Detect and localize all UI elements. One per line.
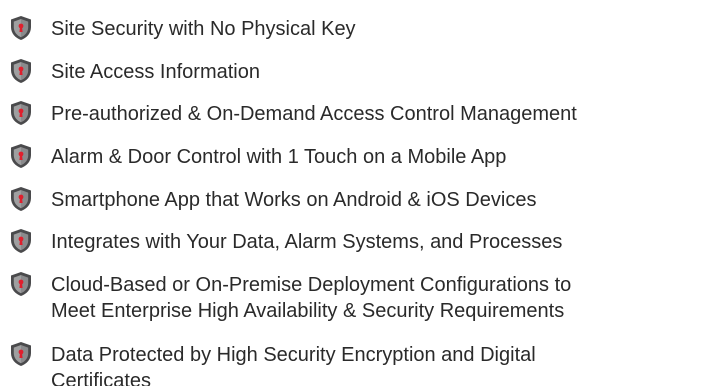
feature-line: Integrates with Your Data, Alarm Systems… xyxy=(51,231,563,253)
shield-keyhole-glyph xyxy=(11,342,31,366)
feature-text: Data Protected by High Security Encrypti… xyxy=(51,342,702,386)
feature-text: Pre-authorized & On-Demand Access Contro… xyxy=(51,101,702,127)
feature-text: Cloud-Based or On-Premise Deployment Con… xyxy=(51,272,702,324)
feature-list: Site Security with No Physical Key Site … xyxy=(0,0,702,386)
shield-keyhole-icon xyxy=(10,100,32,126)
shield-keyhole-glyph xyxy=(11,187,31,211)
feature-line: Meet Enterprise High Availability & Secu… xyxy=(51,300,565,322)
feature-text: Alarm & Door Control with 1 Touch on a M… xyxy=(51,144,702,170)
shield-keyhole-icon xyxy=(10,58,32,84)
shield-keyhole-icon xyxy=(10,143,32,169)
feature-text: Smartphone App that Works on Android & i… xyxy=(51,187,702,213)
shield-keyhole-glyph xyxy=(11,101,31,125)
feature-line: Data Protected by High Security Encrypti… xyxy=(51,344,536,366)
shield-keyhole-glyph xyxy=(11,16,31,40)
feature-text: Integrates with Your Data, Alarm Systems… xyxy=(51,229,702,255)
shield-keyhole-icon xyxy=(10,271,32,297)
feature-line: Cloud-Based or On-Premise Deployment Con… xyxy=(51,274,572,296)
feature-line: Certificates xyxy=(51,370,152,386)
feature-line: Alarm & Door Control with 1 Touch on a M… xyxy=(51,146,507,168)
shield-keyhole-icon xyxy=(10,186,32,212)
shield-keyhole-glyph xyxy=(11,229,31,253)
feature-text: Site Access Information xyxy=(51,59,702,85)
shield-keyhole-icon xyxy=(10,228,32,254)
feature-text: Site Security with No Physical Key xyxy=(51,16,702,42)
feature-line: Pre-authorized & On-Demand Access Contro… xyxy=(51,103,577,125)
shield-keyhole-icon xyxy=(10,15,32,41)
shield-keyhole-glyph xyxy=(11,272,31,296)
shield-keyhole-icon xyxy=(10,341,32,367)
feature-line: Smartphone App that Works on Android & i… xyxy=(51,189,537,211)
feature-line: Site Access Information xyxy=(51,61,260,83)
feature-line: Site Security with No Physical Key xyxy=(51,18,356,40)
shield-keyhole-glyph xyxy=(11,144,31,168)
shield-keyhole-glyph xyxy=(11,59,31,83)
